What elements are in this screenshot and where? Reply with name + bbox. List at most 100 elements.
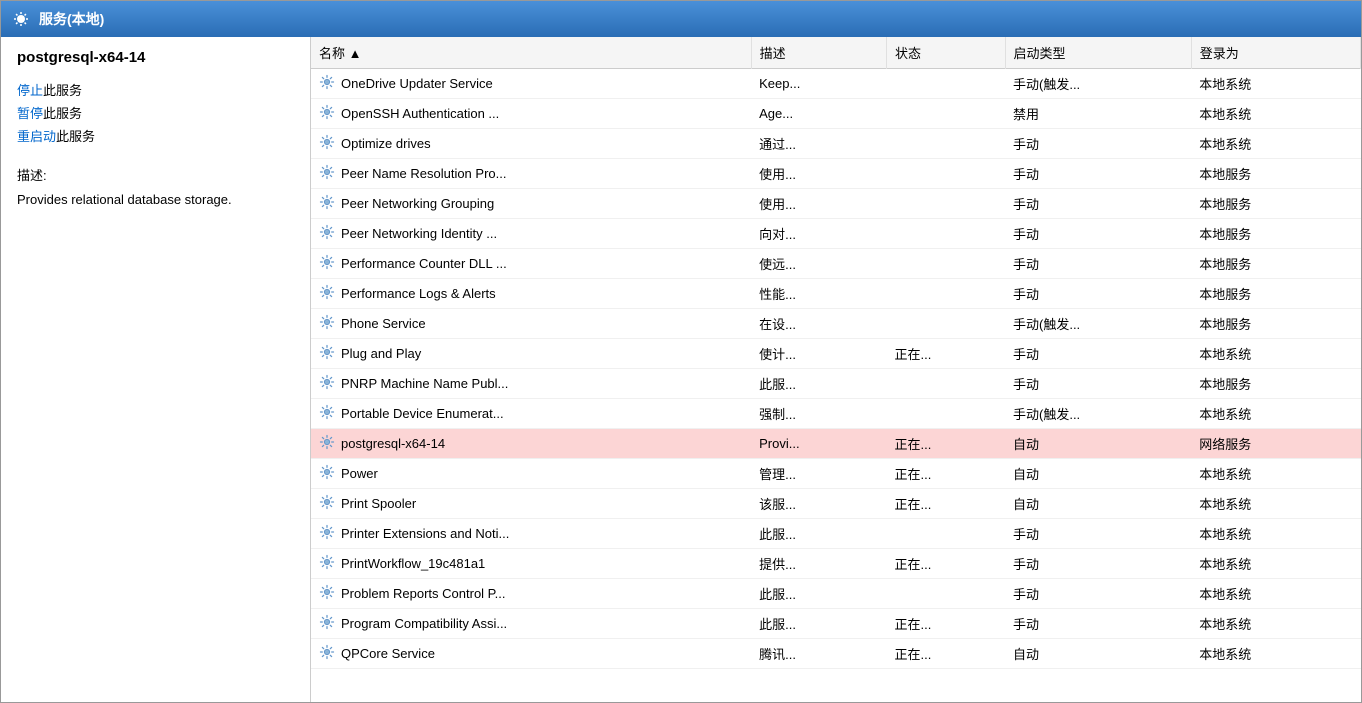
service-login-cell: 网络服务: [1191, 429, 1360, 459]
table-row[interactable]: Print Spooler该服...正在...自动本地系统: [311, 489, 1361, 519]
service-login-cell: 本地服务: [1191, 159, 1360, 189]
service-name-text: PNRP Machine Name Publ...: [341, 376, 508, 391]
table-row[interactable]: Performance Counter DLL ...使远...手动本地服务: [311, 249, 1361, 279]
table-row[interactable]: OpenSSH Authentication ...Age...禁用本地系统: [311, 99, 1361, 129]
service-login-cell: 本地服务: [1191, 279, 1360, 309]
service-name-cell: Portable Device Enumerat...: [311, 399, 571, 428]
action-links: 停止此服务 暂停此服务 重启动此服务: [17, 80, 294, 145]
service-name-cell: Optimize drives: [311, 129, 571, 158]
service-desc-cell: 使用...: [751, 159, 886, 189]
service-login-cell: 本地系统: [1191, 399, 1360, 429]
service-startup-cell: 手动: [1005, 219, 1191, 249]
table-row[interactable]: PrintWorkflow_19c481a1提供...正在...手动本地系统: [311, 549, 1361, 579]
service-login-cell: 本地系统: [1191, 639, 1360, 669]
service-name-text: PrintWorkflow_19c481a1: [341, 556, 485, 571]
service-name-text: OpenSSH Authentication ...: [341, 106, 499, 121]
service-name-cell: Performance Logs & Alerts: [311, 279, 571, 308]
service-desc-cell: 在设...: [751, 309, 886, 339]
service-startup-cell: 手动: [1005, 369, 1191, 399]
service-startup-cell: 手动: [1005, 519, 1191, 549]
service-login-cell: 本地系统: [1191, 489, 1360, 519]
stop-service-link[interactable]: 停止: [17, 83, 43, 98]
table-row[interactable]: Peer Networking Identity ...向对...手动本地服务: [311, 219, 1361, 249]
service-status-cell: [887, 309, 1005, 339]
header-desc[interactable]: 描述: [751, 37, 886, 69]
service-desc-cell: 腾讯...: [751, 639, 886, 669]
service-name-cell: Peer Networking Grouping: [311, 189, 571, 218]
service-desc-cell: 该服...: [751, 489, 886, 519]
table-row[interactable]: Portable Device Enumerat...强制...手动(触发...…: [311, 399, 1361, 429]
restart-service-link[interactable]: 重启动: [17, 129, 56, 144]
gear-icon: [319, 494, 335, 513]
table-row[interactable]: Power管理...正在...自动本地系统: [311, 459, 1361, 489]
table-row[interactable]: Phone Service在设...手动(触发...本地服务: [311, 309, 1361, 339]
gear-icon: [319, 194, 335, 213]
service-name-text: OneDrive Updater Service: [341, 76, 493, 91]
header-status[interactable]: 状态: [887, 37, 1005, 69]
service-status-cell: [887, 129, 1005, 159]
service-startup-cell: 手动: [1005, 279, 1191, 309]
pause-link-wrapper: 暂停此服务: [17, 103, 294, 122]
gear-icon: [319, 614, 335, 633]
service-startup-cell: 手动: [1005, 189, 1191, 219]
service-login-cell: 本地系统: [1191, 129, 1360, 159]
table-row[interactable]: OneDrive Updater ServiceKeep...手动(触发...本…: [311, 69, 1361, 99]
table-row[interactable]: Printer Extensions and Noti... 此服... 手动本地系…: [311, 519, 1361, 549]
gear-icon: [319, 554, 335, 573]
table-row[interactable]: Problem Reports Control P...此服...手动本地系统: [311, 579, 1361, 609]
table-row[interactable]: PNRP Machine Name Publ...此服...手动本地服务: [311, 369, 1361, 399]
service-name-text: Printer Extensions and Noti...: [341, 526, 509, 541]
service-status-cell: 正在...: [887, 609, 1005, 639]
table-row[interactable]: Performance Logs & Alerts 性能... 手动本地服务: [311, 279, 1361, 309]
service-login-cell: 本地系统: [1191, 549, 1360, 579]
restart-link-wrapper: 重启动此服务: [17, 126, 294, 145]
service-status-cell: 正在...: [887, 489, 1005, 519]
service-name-text: postgresql-x64-14: [341, 436, 445, 451]
service-status-cell: [887, 189, 1005, 219]
table-row[interactable]: Plug and Play使计...正在...手动本地系统: [311, 339, 1361, 369]
service-desc-cell: 此服...: [751, 519, 886, 549]
pause-service-link[interactable]: 暂停: [17, 106, 43, 121]
restart-suffix: 此服务: [56, 129, 95, 144]
service-desc-cell: 性能...: [751, 279, 886, 309]
table-wrapper[interactable]: 名称 ▲ 描述 状态 启动类型 登录为 OneDrive Updater Ser…: [311, 37, 1361, 702]
service-status-cell: [887, 369, 1005, 399]
service-name-cell: Print Spooler: [311, 489, 571, 518]
content-area: postgresql-x64-14 停止此服务 暂停此服务 重启动此服务 描述:…: [1, 37, 1361, 702]
table-row[interactable]: Program Compatibility Assi...此服...正在...手…: [311, 609, 1361, 639]
header-startup[interactable]: 启动类型: [1005, 37, 1191, 69]
title-bar-icon: [11, 9, 31, 29]
service-login-cell: 本地系统: [1191, 459, 1360, 489]
service-login-cell: 本地系统: [1191, 519, 1360, 549]
service-startup-cell: 手动: [1005, 129, 1191, 159]
table-row[interactable]: postgresql-x64-14Provi...正在...自动网络服务: [311, 429, 1361, 459]
service-name-text: Plug and Play: [341, 346, 421, 361]
gear-icon: [319, 74, 335, 93]
service-startup-cell: 自动: [1005, 429, 1191, 459]
service-login-cell: 本地服务: [1191, 219, 1360, 249]
service-name-text: Peer Networking Grouping: [341, 196, 494, 211]
service-login-cell: 本地服务: [1191, 189, 1360, 219]
service-startup-cell: 手动: [1005, 549, 1191, 579]
service-startup-cell: 手动: [1005, 159, 1191, 189]
service-name-text: Peer Name Resolution Pro...: [341, 166, 506, 181]
service-desc-cell: Provi...: [751, 429, 886, 459]
header-login[interactable]: 登录为: [1191, 37, 1360, 69]
service-name-cell: Printer Extensions and Noti...: [311, 519, 571, 548]
table-row[interactable]: Optimize drives通过...手动本地系统: [311, 129, 1361, 159]
gear-icon: [319, 224, 335, 243]
service-status-cell: [887, 579, 1005, 609]
service-status-cell: 正在...: [887, 459, 1005, 489]
service-name-text: Peer Networking Identity ...: [341, 226, 497, 241]
table-row[interactable]: Peer Networking Grouping使用...手动本地服务: [311, 189, 1361, 219]
table-row[interactable]: QPCore Service腾讯...正在...自动本地系统: [311, 639, 1361, 669]
service-name-cell: postgresql-x64-14: [311, 429, 571, 458]
service-name-text: Phone Service: [341, 316, 426, 331]
service-name-text: Power: [341, 466, 378, 481]
service-desc-cell: 管理...: [751, 459, 886, 489]
service-name: postgresql-x64-14: [17, 49, 294, 66]
service-name-cell: Program Compatibility Assi...: [311, 609, 571, 638]
header-name[interactable]: 名称 ▲: [311, 37, 751, 69]
table-row[interactable]: Peer Name Resolution Pro... 使用... 手动本地服务: [311, 159, 1361, 189]
service-status-cell: 正在...: [887, 339, 1005, 369]
